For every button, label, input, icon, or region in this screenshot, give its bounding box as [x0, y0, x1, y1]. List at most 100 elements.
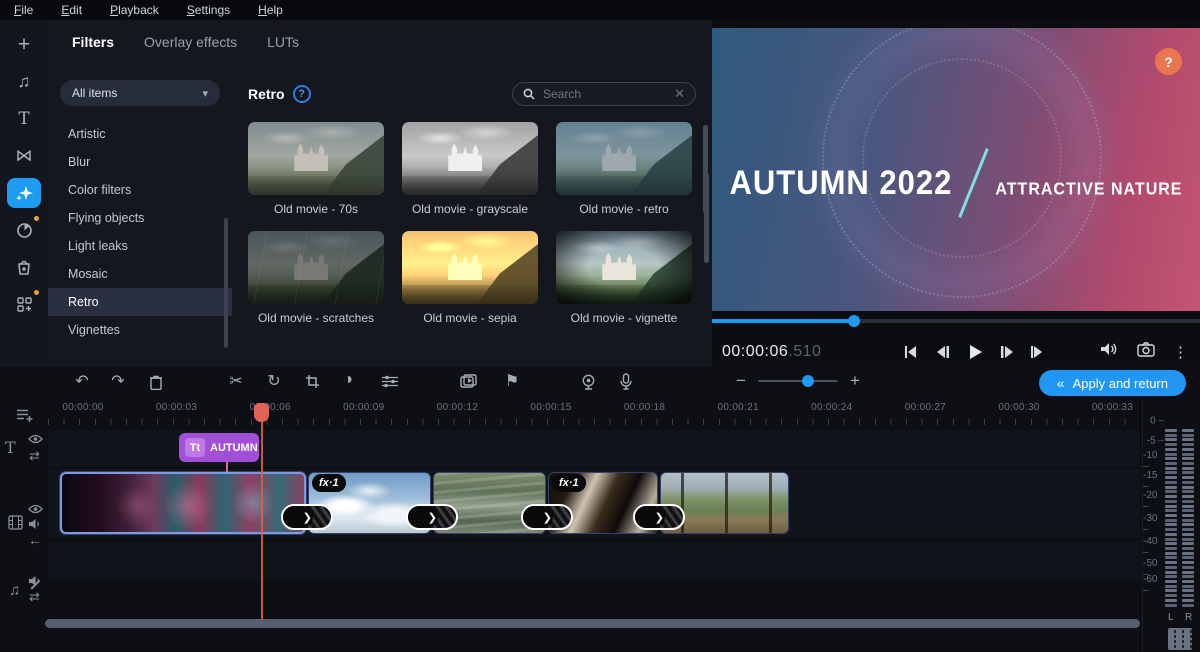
filter-tint-overlay [248, 231, 384, 304]
marker-flag-icon[interactable]: ⚑ [500, 371, 524, 391]
category-item-artistic[interactable]: Artistic [48, 120, 232, 148]
menu-settings[interactable]: Settings [187, 3, 230, 17]
category-item-retro[interactable]: Retro [48, 288, 232, 316]
tab-filters[interactable]: Filters [72, 34, 114, 50]
transition-indicator[interactable] [633, 504, 685, 530]
zoom-in-icon[interactable]: + [850, 371, 860, 391]
fx-badge[interactable]: fx·1 [552, 474, 586, 492]
frame-forward-icon[interactable] [996, 342, 1018, 362]
category-item-vignettes[interactable]: Vignettes [48, 316, 232, 344]
filter-thumbnail[interactable] [556, 122, 692, 195]
transition-indicator[interactable] [406, 504, 458, 530]
panel-divider-scrollbar[interactable] [703, 125, 708, 213]
filter-card-vignette[interactable]: Old movie - vignette [556, 231, 692, 326]
category-item-mosaic[interactable]: Mosaic [48, 260, 232, 288]
titles-icon[interactable]: T [7, 104, 41, 134]
search-input[interactable] [543, 87, 666, 101]
title-clip[interactable]: Tt AUTUMN [179, 433, 259, 462]
category-scrollbar[interactable] [224, 218, 228, 348]
filter-thumbnail[interactable] [402, 231, 538, 304]
color-adjust-icon[interactable]: ◑ [336, 371, 360, 389]
category-item-light-leaks[interactable]: Light leaks [48, 232, 232, 260]
fx-badge[interactable]: fx·1 [312, 474, 346, 492]
category-help-icon[interactable]: ? [293, 85, 311, 103]
filter-card-scratches[interactable]: Old movie - scratches [248, 231, 384, 326]
category-dropdown[interactable]: All items [60, 80, 220, 106]
properties-icon[interactable] [378, 375, 402, 388]
zoom-out-icon[interactable]: − [736, 371, 746, 391]
zoom-slider[interactable] [758, 380, 838, 382]
delete-icon[interactable] [144, 374, 168, 390]
filter-card-70s[interactable]: Old movie - 70s [248, 122, 384, 217]
more-options-icon[interactable]: ⋮ [1173, 343, 1188, 361]
meter-led-segment [1165, 528, 1177, 531]
skip-start-icon[interactable] [900, 342, 922, 362]
seek-handle[interactable] [848, 315, 860, 327]
filter-tint-overlay [556, 122, 692, 195]
menu-help[interactable]: Help [258, 3, 283, 17]
title-track-visibility-icon[interactable] [28, 434, 43, 444]
meter-led-segment [1182, 509, 1194, 512]
video-track-arrow-icon[interactable]: ← [28, 532, 42, 548]
track-header-rail: T ⇄ ← ♫ ⇄ [0, 400, 48, 652]
zoom-slider-handle[interactable] [802, 375, 814, 387]
record-audio-icon[interactable] [614, 373, 638, 390]
transition-indicator[interactable] [521, 504, 573, 530]
search-box[interactable]: ✕ [512, 82, 696, 106]
video-track-mute-icon[interactable] [28, 518, 41, 530]
category-item-blur[interactable]: Blur [48, 148, 232, 176]
title-track-sync-icon[interactable]: ⇄ [29, 448, 40, 464]
rotate-icon[interactable]: ↻ [262, 371, 286, 391]
chevron-down-icon [202, 86, 208, 100]
cut-icon[interactable]: ✂ [224, 371, 248, 391]
filter-thumbnail[interactable] [402, 122, 538, 195]
filter-card-sepia[interactable]: Old movie - sepia [402, 231, 538, 326]
transition-indicator[interactable] [281, 504, 333, 530]
undo-icon[interactable]: ↶ [70, 371, 94, 391]
audio-track[interactable] [48, 541, 1140, 581]
filter-thumbnail[interactable] [248, 231, 384, 304]
timeline-horizontal-scrollbar[interactable] [45, 619, 1140, 628]
add-media-icon[interactable]: + [7, 30, 41, 60]
time-ruler[interactable]: 00:00:0000:00:0300:00:0600:00:0900:00:12… [48, 400, 1140, 426]
playhead-handle[interactable] [254, 403, 269, 422]
play-icon[interactable] [964, 342, 986, 362]
category-item-flying-objects[interactable]: Flying objects [48, 204, 232, 232]
frame-back-icon[interactable] [932, 342, 954, 362]
store-icon[interactable] [7, 252, 41, 282]
filter-thumbnail[interactable] [248, 122, 384, 195]
video-preview[interactable]: AUTUMN 2022 ATTRACTIVE NATURE ? [712, 28, 1200, 311]
effects-packs-icon[interactable] [7, 289, 41, 319]
redo-icon[interactable]: ↷ [106, 371, 130, 391]
crop-icon[interactable] [300, 374, 324, 389]
volume-icon[interactable] [1099, 341, 1119, 362]
clear-search-icon[interactable]: ✕ [674, 86, 685, 102]
effects-icon[interactable] [7, 178, 41, 208]
category-item-color-filters[interactable]: Color filters [48, 176, 232, 204]
transition-wizard-icon[interactable] [456, 374, 480, 389]
video-track-visibility-icon[interactable] [28, 504, 43, 514]
audio-track-unlink-icon[interactable]: ⇄ [29, 589, 40, 605]
menu-edit[interactable]: Edit [61, 3, 82, 17]
filter-grid: Old movie - 70sOld movie - grayscaleOld … [232, 106, 712, 326]
filter-thumbnail[interactable] [556, 231, 692, 304]
clip-title-background[interactable] [60, 472, 306, 534]
seek-bar[interactable] [712, 319, 1200, 323]
audio-icon[interactable]: ♫ [7, 67, 41, 97]
tab-luts[interactable]: LUTs [267, 34, 299, 50]
filter-card-grayscale[interactable]: Old movie - grayscale [402, 122, 538, 217]
meter-led-segment [1182, 471, 1194, 474]
transitions-icon[interactable]: ⋈ [7, 141, 41, 171]
apply-and-return-button[interactable]: « Apply and return [1039, 370, 1186, 396]
more-tools-icon[interactable] [7, 215, 41, 245]
filter-card-retro[interactable]: Old movie - retro [556, 122, 692, 217]
webcam-icon[interactable] [576, 374, 600, 390]
skip-end-icon[interactable] [1028, 342, 1050, 362]
menu-file[interactable]: File [14, 3, 33, 17]
add-track-icon[interactable] [16, 408, 33, 423]
tab-overlay-effects[interactable]: Overlay effects [144, 34, 237, 50]
meter-grid-icon[interactable] [1168, 628, 1192, 650]
snapshot-icon[interactable] [1137, 342, 1155, 362]
help-button[interactable]: ? [1155, 48, 1182, 75]
menu-playback[interactable]: Playback [110, 3, 159, 17]
